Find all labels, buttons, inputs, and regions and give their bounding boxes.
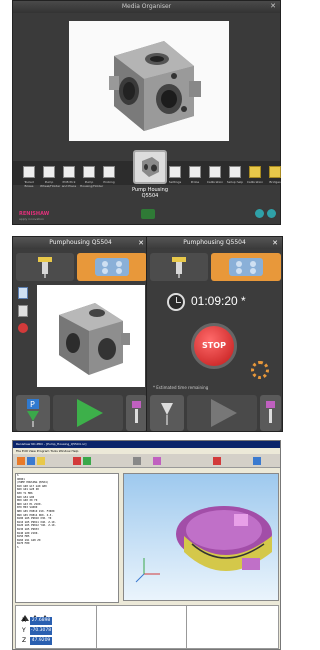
stop-label: STOP <box>202 341 226 350</box>
toolbar-button[interactable] <box>83 457 91 465</box>
thumbnail-label: Tooled Boxes <box>24 180 34 188</box>
toolbar-button[interactable] <box>73 457 81 465</box>
thumbnail-label: Calibration <box>246 180 264 184</box>
window-title: Renishaw NC-PRO - [Pump_Housing_Q5504.nc… <box>13 441 280 448</box>
toolbar-button[interactable] <box>27 457 35 465</box>
close-icon[interactable]: ✕ <box>138 237 144 249</box>
stop-button[interactable]: STOP <box>191 323 237 369</box>
selected-thumbnail[interactable] <box>133 150 167 184</box>
divider <box>96 606 97 648</box>
code-line: % <box>17 545 19 549</box>
toolbar-button[interactable] <box>133 457 141 465</box>
thumbnail-label: Pump Wheel/Holder <box>40 180 61 188</box>
thumbnail[interactable] <box>63 166 75 178</box>
thumbnail-label: Calibration <box>206 180 224 184</box>
svg-text:P: P <box>30 400 35 409</box>
thumbnail[interactable] <box>103 166 115 178</box>
cam-software-window: Renishaw NC-PRO - [Pump_Housing_Q5504.nc… <box>12 440 281 650</box>
nc-code-editor[interactable]: % O0001 (PUMP HOUSING Q5504) N10 G90 G17 G4… <box>15 473 119 603</box>
part-photo <box>37 285 145 387</box>
running-panel: Pumphousing Q5504 ✕ 01:09:20 * STOP * Es… <box>146 236 283 432</box>
parts-tab[interactable] <box>77 253 147 281</box>
thumbnail[interactable] <box>23 166 35 178</box>
axis-label: Y <box>22 627 26 634</box>
toolbar-button[interactable] <box>37 457 45 465</box>
thumbnail-label: Probe <box>190 180 200 184</box>
panel-title: Pumphousing Q5504 <box>13 237 148 249</box>
dro-row: Y -70.3078 <box>22 627 52 636</box>
thumbnail[interactable] <box>249 166 261 178</box>
bottom-pane: X 27.6898 Y -70.3078 Z 47.9209 <box>15 605 279 649</box>
probe-tab[interactable] <box>150 253 208 281</box>
part-photo <box>69 21 229 141</box>
axis-value: -70.3078 <box>30 627 52 635</box>
axis-value: 47.9209 <box>30 637 52 645</box>
time-remaining: 01:09:20 * <box>191 294 246 308</box>
toolbar <box>13 454 280 468</box>
edit-button[interactable] <box>126 395 147 431</box>
document-icon[interactable] <box>18 287 28 299</box>
thumbnail[interactable] <box>83 166 95 178</box>
dro-row: X 27.6898 <box>22 617 52 626</box>
thumbnail[interactable] <box>209 166 221 178</box>
3d-viewport[interactable] <box>123 473 279 601</box>
thumbnail-label: Settings <box>168 180 182 184</box>
selected-item-label: Pump Housing Q5504 <box>131 187 169 199</box>
parts-tab[interactable] <box>211 253 281 281</box>
axis-label: X <box>22 617 27 624</box>
media-organiser-window: Media Organiser ✕ Tooled Boxes Pump Wheel… <box>12 0 281 225</box>
thumbnail[interactable] <box>229 166 241 178</box>
panel-title: Pumphousing Q5504 <box>147 237 282 249</box>
thumbnail[interactable] <box>169 166 181 178</box>
program-panel: Pumphousing Q5504 ✕ P <box>12 236 149 432</box>
thumbnail-label: Pump Housing/Holder <box>80 180 104 188</box>
toolbar-button[interactable] <box>17 457 25 465</box>
start-button[interactable] <box>53 395 123 431</box>
clock-icon <box>167 293 185 311</box>
close-icon[interactable]: ✕ <box>270 2 276 10</box>
divider <box>186 606 187 648</box>
thumbnail-label: PCB Pick and Place <box>61 180 77 188</box>
close-icon[interactable]: ✕ <box>272 237 278 249</box>
estimate-note: * Estimated time remaining <box>153 385 209 390</box>
thumbnail[interactable] <box>189 166 201 178</box>
settings-icon[interactable] <box>267 209 276 218</box>
program-icon[interactable] <box>18 323 28 333</box>
toolbar-button[interactable] <box>153 457 161 465</box>
axis-icon <box>20 607 50 621</box>
probe-tab[interactable] <box>16 253 74 281</box>
thumbnail-label: Probing <box>103 180 115 184</box>
brand-tagline: apply innovation <box>19 217 45 221</box>
axis-label: Z <box>22 637 27 644</box>
thumbnail[interactable] <box>269 166 281 178</box>
window-title: Media Organiser <box>13 1 280 13</box>
start-button[interactable] <box>187 395 257 431</box>
probe-cycle-button[interactable]: P <box>16 395 50 431</box>
axis-value: 27.6898 <box>30 617 52 625</box>
toolbar-button[interactable] <box>253 457 261 465</box>
loading-spinner-icon <box>251 361 269 379</box>
thumbnail[interactable] <box>43 166 55 178</box>
clipboard-icon[interactable] <box>18 305 28 317</box>
toolbar-button[interactable] <box>213 457 221 465</box>
thumbnail-label: Setup help <box>226 180 244 184</box>
nav-arrows-icon[interactable] <box>141 209 155 219</box>
edit-button[interactable] <box>260 395 281 431</box>
probe-cycle-button[interactable] <box>150 395 184 431</box>
thumbnail-label: Bridges <box>269 180 281 184</box>
dro-row: Z 47.9209 <box>22 637 52 646</box>
help-icon[interactable] <box>255 209 264 218</box>
